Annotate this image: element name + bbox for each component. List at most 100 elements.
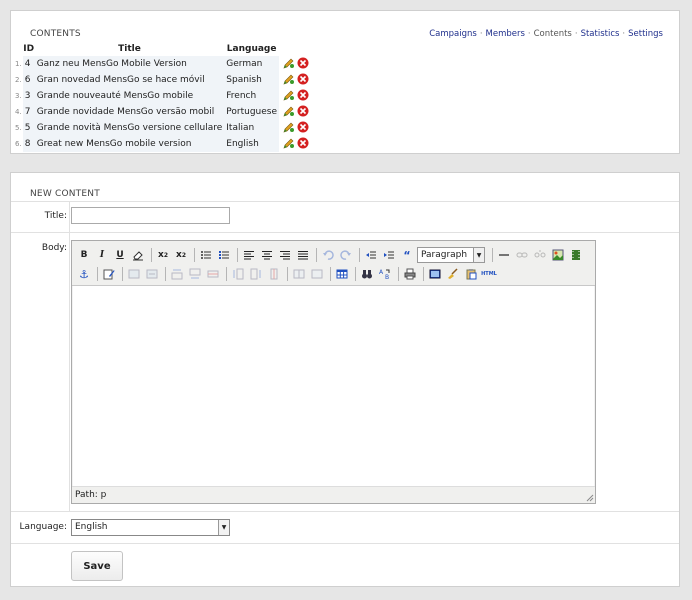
resize-handle-icon[interactable] [584, 492, 594, 502]
row-language: Portuguese [224, 104, 280, 120]
superscript-button[interactable]: x2 [173, 247, 189, 263]
new-content-panel: NEW CONTENT Title: Body: B I U x2 x2 “ P… [10, 172, 680, 587]
horizontal-rule-button[interactable] [496, 247, 512, 263]
table-icon [336, 269, 348, 279]
row-title: Grande novità MensGo versione cellulare [34, 120, 225, 136]
row-title: Gran novedad MensGo se hace móvil [34, 72, 225, 88]
table-row-after-button[interactable] [187, 266, 203, 282]
row-language: French [224, 88, 280, 104]
undo-icon [323, 250, 334, 260]
edit-icon[interactable] [283, 105, 295, 120]
replace-icon: AB [379, 269, 390, 280]
paste-icon [466, 269, 477, 280]
table-col-after-button[interactable] [248, 266, 264, 282]
row-title: Grande nouveauté MensGo mobile [34, 88, 225, 104]
table-merge-cells-button[interactable] [309, 266, 325, 282]
row-language: Italian [224, 120, 280, 136]
undo-button[interactable] [320, 247, 336, 263]
edit-icon [103, 269, 115, 280]
edit-html-button[interactable] [101, 266, 117, 282]
align-center-button[interactable] [259, 247, 275, 263]
redo-button[interactable] [338, 247, 354, 263]
edit-icon[interactable] [283, 121, 295, 136]
row-id: 7 [22, 104, 35, 120]
find-replace-button[interactable]: AB [377, 266, 393, 282]
table-split-cells-button[interactable] [291, 266, 307, 282]
html-source-button[interactable]: HTML [481, 266, 497, 282]
print-button[interactable] [402, 266, 418, 282]
nav-settings[interactable]: Settings [628, 29, 663, 39]
delete-icon[interactable] [297, 57, 309, 72]
delete-icon[interactable] [297, 121, 309, 136]
blockquote-button[interactable]: “ [399, 247, 415, 263]
table-delete-row-button[interactable] [205, 266, 221, 282]
table-col-after-icon [250, 268, 261, 280]
table-row: 1. 4 Ganz neu MensGo Mobile Version German [13, 56, 315, 72]
subscript-button[interactable]: x2 [155, 247, 171, 263]
edit-icon[interactable] [283, 89, 295, 104]
divider [11, 543, 679, 544]
table-row: 5. 5 Grande novità MensGo versione cellula… [13, 120, 315, 136]
column-header-id: ID [23, 44, 35, 54]
format-select[interactable]: Paragraph ▼ [417, 247, 485, 263]
row-number: 3. [15, 92, 22, 100]
insert-table-button[interactable] [334, 266, 350, 282]
row-language: German [224, 56, 280, 72]
paste-word-button[interactable] [463, 266, 479, 282]
binoculars-icon [362, 270, 372, 279]
title-label: Title: [44, 211, 67, 221]
indent-button[interactable] [381, 247, 397, 263]
edit-icon[interactable] [283, 73, 295, 88]
indent-icon [384, 251, 394, 259]
insert-layer-button[interactable] [126, 266, 142, 282]
title-input[interactable] [71, 207, 230, 224]
nav-members[interactable]: Members [486, 29, 525, 39]
anchor-button[interactable]: ⚓ [76, 266, 92, 282]
insert-image-button[interactable] [550, 247, 566, 263]
editor-content-area[interactable] [73, 286, 594, 486]
edit-icon[interactable] [283, 57, 295, 72]
row-number: 4. [15, 108, 22, 116]
link-button[interactable] [514, 247, 530, 263]
cleanup-button[interactable] [445, 266, 461, 282]
edit-icon[interactable] [283, 137, 295, 152]
italic-button[interactable]: I [94, 247, 110, 263]
align-right-button[interactable] [277, 247, 293, 263]
align-left-button[interactable] [241, 247, 257, 263]
outdent-icon [366, 251, 376, 259]
svg-text:A: A [379, 269, 384, 276]
eraser-icon [133, 251, 143, 261]
numbered-list-icon [219, 251, 229, 259]
table-delete-col-button[interactable] [266, 266, 282, 282]
nav-campaigns[interactable]: Campaigns [429, 29, 477, 39]
table-col-before-button[interactable] [230, 266, 246, 282]
numbered-list-button[interactable] [216, 247, 232, 263]
bullet-list-button[interactable] [198, 247, 214, 263]
save-button[interactable]: Save [71, 551, 123, 581]
language-select[interactable]: English ▼ [71, 519, 230, 536]
preview-button[interactable] [427, 266, 443, 282]
align-justify-button[interactable] [295, 247, 311, 263]
layer-props-button[interactable] [144, 266, 160, 282]
delete-icon[interactable] [297, 105, 309, 120]
clear-formatting-button[interactable] [130, 247, 146, 263]
unlink-button[interactable] [532, 247, 548, 263]
row-title: Great new MensGo mobile version [34, 136, 225, 152]
outdent-button[interactable] [363, 247, 379, 263]
row-language: English [224, 136, 280, 152]
column-header-language: Language [226, 44, 277, 54]
delete-icon[interactable] [297, 137, 309, 152]
delete-icon[interactable] [297, 73, 309, 88]
layer-icon [128, 269, 140, 279]
find-button[interactable] [359, 266, 375, 282]
insert-media-button[interactable] [568, 247, 584, 263]
nav-statistics[interactable]: Statistics [581, 29, 620, 39]
underline-button[interactable]: U [112, 247, 128, 263]
svg-text:B: B [385, 274, 389, 280]
bold-button[interactable]: B [76, 247, 92, 263]
table-delete-row-icon [207, 270, 219, 278]
row-title: Ganz neu MensGo Mobile Version [34, 56, 225, 72]
top-navigation: Campaigns · Members · Contents · Statistics · Se… [429, 29, 663, 39]
table-row-before-button[interactable] [169, 266, 185, 282]
delete-icon[interactable] [297, 89, 309, 104]
